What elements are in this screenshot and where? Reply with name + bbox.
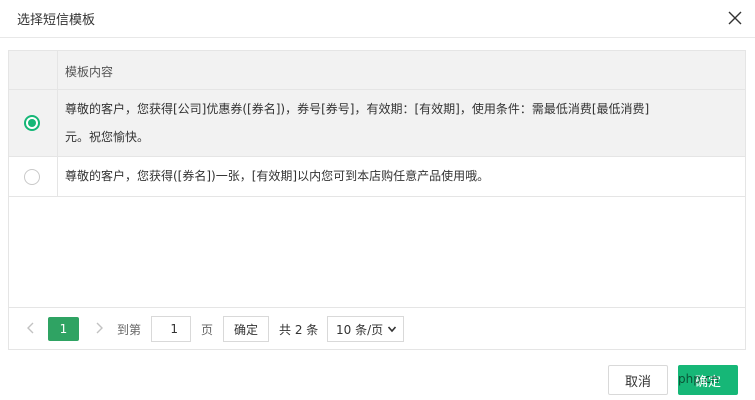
row-radio-selected[interactable]	[24, 115, 40, 131]
total-count: 共 2 条	[279, 323, 319, 337]
pagination: 1 到第 页 确定 共 2 条 10 条/页	[9, 307, 745, 349]
column-header-content: 模板内容	[65, 65, 114, 79]
table-row[interactable]: 尊敬的客户，您获得[公司]优惠券([券名])，券号[券号]，有效期：[有效期]，…	[9, 90, 745, 157]
chevron-right-icon[interactable]	[91, 320, 107, 336]
cancel-button[interactable]: 取消	[608, 365, 668, 395]
close-button[interactable]	[723, 6, 747, 30]
goto-suffix-label: 页	[201, 323, 214, 337]
goto-confirm-button[interactable]: 确定	[223, 316, 269, 342]
page-number-current[interactable]: 1	[48, 317, 79, 341]
confirm-button[interactable]: 确定	[678, 365, 738, 395]
template-content: 尊敬的客户，您获得[公司]优惠券([券名])，券号[券号]，有效期：[有效期]，…	[65, 95, 735, 151]
column-divider	[57, 90, 58, 156]
column-divider	[57, 157, 58, 196]
row-radio[interactable]	[24, 169, 40, 185]
template-content-line: 尊敬的客户，您获得[公司]优惠券([券名])，券号[券号]，有效期：[有效期]，…	[65, 102, 650, 116]
template-content-line: 尊敬的客户，您获得([券名])一张，[有效期]以内您可到本店购任意产品使用哦。	[65, 169, 490, 183]
goto-page-input[interactable]	[151, 316, 191, 342]
chevron-left-icon[interactable]	[23, 320, 39, 336]
page-size-value: 10 条/页	[336, 322, 384, 337]
template-content: 尊敬的客户，您获得([券名])一张，[有效期]以内您可到本店购任意产品使用哦。	[65, 162, 735, 190]
chevron-down-icon	[387, 326, 397, 333]
table-header: 模板内容	[9, 51, 745, 90]
goto-prefix-label: 到第	[117, 323, 142, 337]
column-divider	[57, 51, 58, 90]
table-row[interactable]: 尊敬的客户，您获得([券名])一张，[有效期]以内您可到本店购任意产品使用哦。	[9, 157, 745, 197]
template-table: 模板内容 尊敬的客户，您获得[公司]优惠券([券名])，券号[券号]，有效期：[…	[8, 50, 746, 350]
dialog-header: 选择短信模板	[0, 0, 755, 38]
page-size-select[interactable]: 10 条/页	[327, 316, 404, 342]
dialog-title: 选择短信模板	[17, 13, 96, 28]
close-icon	[728, 11, 742, 25]
template-content-line: 元。祝您愉快。	[65, 130, 150, 144]
